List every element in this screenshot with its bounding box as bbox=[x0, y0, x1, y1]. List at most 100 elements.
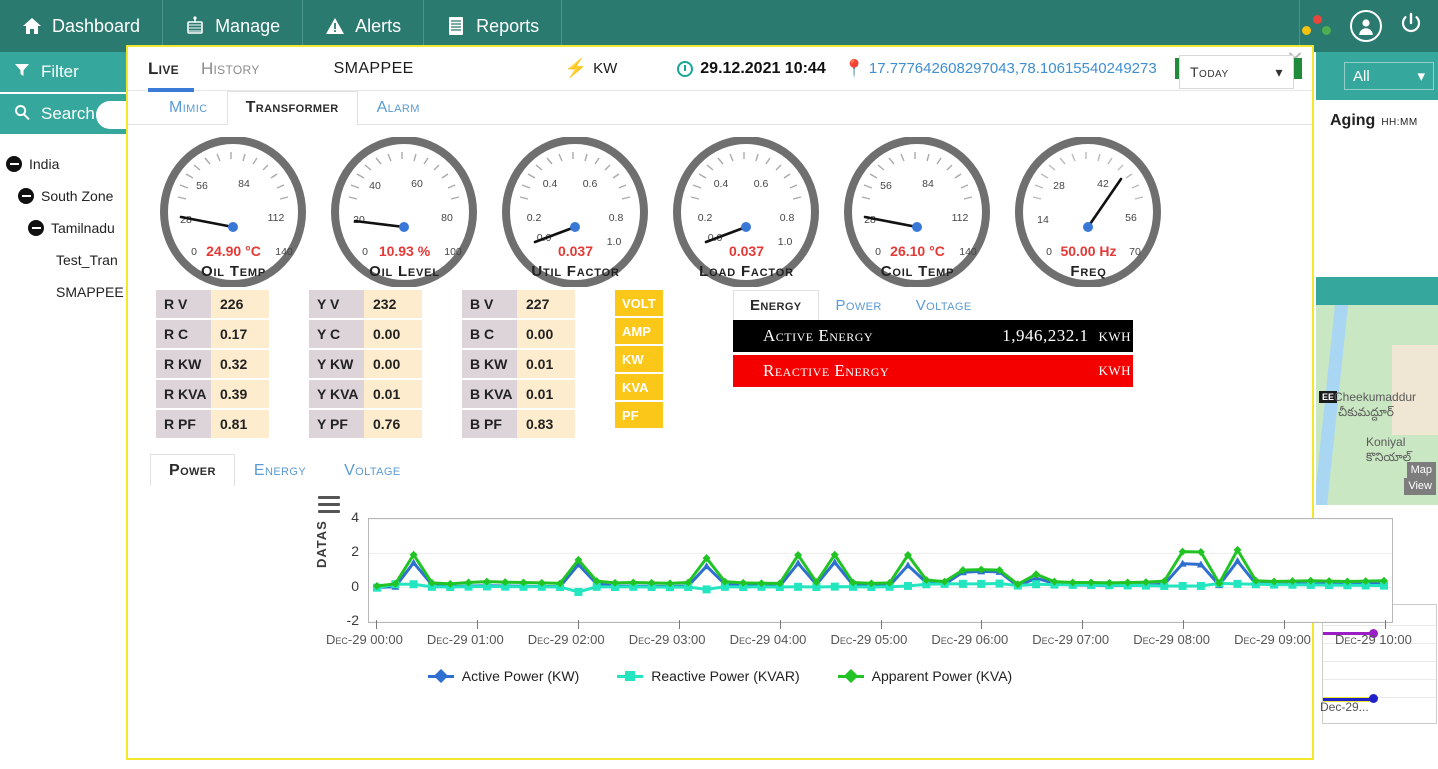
cell-value: 226 bbox=[211, 290, 269, 320]
gauge-value-load-factor: 0.037 bbox=[669, 243, 824, 259]
tree-label-south-zone: South Zone bbox=[41, 188, 113, 204]
sidebar-filter-label: Filter bbox=[41, 62, 79, 82]
coordinates-value: 17.777642608297043,78.10615540249273 bbox=[869, 60, 1157, 77]
tree-item-india[interactable]: India bbox=[0, 148, 132, 180]
cell-value: 0.17 bbox=[211, 320, 269, 350]
scope-select-value: All bbox=[1353, 68, 1370, 85]
power-icon[interactable] bbox=[1398, 11, 1424, 42]
svg-text:14: 14 bbox=[1037, 214, 1049, 226]
svg-text:84: 84 bbox=[238, 178, 250, 190]
unit-display: ⚡ KW bbox=[565, 58, 618, 79]
cell-key: Y V bbox=[309, 290, 364, 320]
collapse-minus-icon[interactable] bbox=[28, 220, 44, 236]
tree-item-south-zone[interactable]: South Zone bbox=[0, 180, 132, 212]
svg-text:112: 112 bbox=[268, 212, 285, 224]
tree-item-smappee[interactable]: SMAPPEE bbox=[0, 276, 132, 308]
subtab-mimic[interactable]: Mimic bbox=[150, 91, 227, 124]
svg-text:0.2: 0.2 bbox=[527, 212, 542, 224]
table-row: Y KW 0.00 bbox=[309, 350, 422, 380]
gauge-value-freq: 50.00 Hz bbox=[1011, 243, 1166, 259]
power-chart: DATAS -2024 Dec-29 00:00Dec-29 01:00Dec-… bbox=[128, 496, 1312, 726]
table-row: Y KVA 0.01 bbox=[309, 380, 422, 410]
table-row: R KVA 0.39 bbox=[156, 380, 269, 410]
mini-chart-x-label: Dec-29... bbox=[1320, 700, 1369, 714]
cell-key: Y KW bbox=[309, 350, 364, 380]
chart-x-label: Dec-29 06:00 bbox=[931, 632, 1008, 647]
svg-text:56: 56 bbox=[880, 180, 892, 192]
tab-live[interactable]: Live bbox=[148, 59, 179, 79]
home-icon bbox=[22, 16, 42, 36]
gauge-util-factor: 0.00.2 0.40.6 0.81.0 0.037 Util Factor bbox=[498, 137, 653, 280]
gauge-label-util-factor: Util Factor bbox=[498, 263, 653, 280]
range-select-value: Today bbox=[1190, 64, 1229, 80]
unit-button-kw[interactable]: KW bbox=[615, 346, 663, 374]
range-select[interactable]: Today ▾ bbox=[1179, 55, 1294, 89]
sidebar-filter-button[interactable]: Filter bbox=[0, 52, 132, 94]
subtab-transformer[interactable]: Transformer bbox=[227, 91, 358, 124]
energy-tab-voltage[interactable]: Voltage bbox=[899, 290, 989, 320]
energy-tab-power[interactable]: Power bbox=[819, 290, 899, 320]
unit-label: KW bbox=[593, 60, 617, 77]
legend-item-apparent-power[interactable]: Apparent Power (KVA) bbox=[838, 668, 1013, 684]
location-tree: India South Zone Tamilnadu Test_Tran SMA… bbox=[0, 136, 132, 308]
unit-button-amp[interactable]: AMP bbox=[615, 318, 663, 346]
cell-key: B KW bbox=[462, 350, 517, 380]
modal-header: Live History SMAPPEE ⚡ KW 29.12.2021 10:… bbox=[128, 47, 1312, 91]
map-widget[interactable]: EE Cheekumaddur చీకుమద్దూర్ Koniyal కొని… bbox=[1316, 305, 1438, 505]
unit-button-pf[interactable]: PF bbox=[615, 402, 663, 430]
svg-text:0.2: 0.2 bbox=[698, 212, 713, 224]
table-row: R V 226 bbox=[156, 290, 269, 320]
chart-y-tick: 2 bbox=[333, 543, 359, 559]
chart-x-tick bbox=[1082, 620, 1083, 629]
mini-chart-point-blue bbox=[1369, 694, 1378, 703]
svg-text:60: 60 bbox=[411, 178, 423, 190]
cell-key: Y C bbox=[309, 320, 364, 350]
map-button[interactable]: Map bbox=[1407, 462, 1436, 479]
scope-select[interactable]: All ▾ bbox=[1344, 62, 1434, 90]
chart-legend: Active Power (KW) Reactive Power (KVAR) … bbox=[128, 668, 1312, 684]
legend-item-reactive-power[interactable]: Reactive Power (KVAR) bbox=[617, 668, 799, 684]
cell-value: 0.01 bbox=[364, 380, 422, 410]
svg-text:0.8: 0.8 bbox=[780, 212, 795, 224]
document-icon bbox=[446, 16, 466, 36]
gauge-label-oil-temp: Oil Temp bbox=[156, 263, 311, 280]
unit-button-volt[interactable]: VOLT bbox=[615, 290, 663, 318]
collapse-minus-icon[interactable] bbox=[6, 156, 22, 172]
tree-item-tamilnadu[interactable]: Tamilnadu bbox=[0, 212, 132, 244]
table-row: R PF 0.81 bbox=[156, 410, 269, 440]
chart-x-label: Dec-29 01:00 bbox=[427, 632, 504, 647]
svg-text:0.8: 0.8 bbox=[609, 212, 624, 224]
collapse-minus-icon[interactable] bbox=[18, 188, 34, 204]
map-view-button[interactable]: View bbox=[1404, 478, 1436, 495]
chart-x-tick bbox=[981, 620, 982, 629]
unit-button-kva[interactable]: KVA bbox=[615, 374, 663, 402]
tree-label-smappee: SMAPPEE bbox=[56, 284, 124, 300]
chart-x-label: Dec-29 02:00 bbox=[528, 632, 605, 647]
cell-value: 0.83 bbox=[517, 410, 575, 440]
aging-unit: HH:MM bbox=[1381, 117, 1417, 128]
gauge-value-oil-level: 10.93 % bbox=[327, 243, 482, 259]
energy-panel: Energy Power Voltage Active Energy 1,946… bbox=[733, 290, 1133, 390]
cell-value: 0.01 bbox=[517, 350, 575, 380]
chart-y-axis-label: DATAS bbox=[314, 520, 329, 568]
cell-value: 0.76 bbox=[364, 410, 422, 440]
legend-marker-shape bbox=[625, 671, 635, 681]
subtab-alarm[interactable]: Alarm bbox=[358, 91, 439, 124]
cell-value: 0.81 bbox=[211, 410, 269, 440]
cell-key: Y PF bbox=[309, 410, 364, 440]
svg-text:40: 40 bbox=[369, 180, 381, 192]
chart-tab-voltage[interactable]: Voltage bbox=[325, 454, 419, 486]
tab-history[interactable]: History bbox=[201, 59, 260, 79]
user-avatar-icon[interactable] bbox=[1350, 10, 1382, 42]
active-energy-row: Active Energy 1,946,232.1 KWH bbox=[733, 320, 1133, 352]
tree-item-test-tran[interactable]: Test_Tran bbox=[0, 244, 132, 276]
chart-tab-power[interactable]: Power bbox=[150, 454, 235, 486]
sidebar-search-button[interactable]: Search bbox=[0, 94, 132, 136]
device-title: SMAPPEE bbox=[334, 60, 414, 78]
energy-tab-energy[interactable]: Energy bbox=[733, 290, 819, 320]
right-column-toolbar: All ▾ bbox=[1316, 52, 1438, 100]
legend-item-active-power[interactable]: Active Power (KW) bbox=[428, 668, 579, 684]
chart-tab-energy[interactable]: Energy bbox=[235, 454, 325, 486]
cell-key: B KVA bbox=[462, 380, 517, 410]
cell-value: 227 bbox=[517, 290, 575, 320]
